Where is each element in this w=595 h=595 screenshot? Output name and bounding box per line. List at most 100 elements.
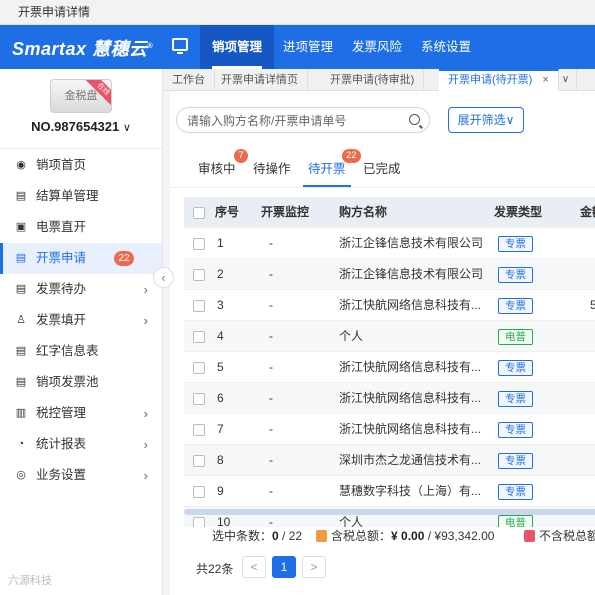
invoice-type-tag: 专票: [498, 298, 533, 314]
tax-device-card[interactable]: 金税盘 在线: [50, 79, 112, 113]
cell-monitor: -: [269, 422, 273, 436]
row-checkbox[interactable]: [193, 455, 205, 467]
column-header-invoice-type: 发票类型: [494, 205, 543, 219]
cell-buyer: 浙江企锋信息技术有限公司: [339, 236, 484, 250]
table-header-row: 序号 开票监控 购方名称 发票类型 金额: [184, 197, 595, 228]
column-header-no: 序号: [215, 205, 240, 219]
table-row[interactable]: 9 - 慧穗数字科技（上海）有... 专票: [184, 476, 595, 507]
row-checkbox[interactable]: [193, 238, 205, 250]
row-checkbox[interactable]: [193, 269, 205, 281]
sidebar-item-7[interactable]: ▤ 销项发票池: [0, 367, 162, 398]
red-form-icon: ▤: [15, 345, 27, 357]
tab-application-detail[interactable]: 开票申请详情页: [212, 69, 308, 91]
report-icon: ◔: [17, 438, 25, 450]
sidebar-item-3[interactable]: ▤ 开票申请 22: [0, 243, 162, 274]
table-row[interactable]: 8 - 深圳市杰之龙通信技术有... 专票: [184, 445, 595, 476]
tab-pending-approval[interactable]: 开票申请(待审批): [321, 69, 425, 91]
table-row[interactable]: 1 - 浙江企锋信息技术有限公司 专票: [184, 228, 595, 259]
nav-invoice-risk[interactable]: 发票风险: [340, 25, 414, 69]
monitor-icon[interactable]: [172, 38, 188, 54]
table-row[interactable]: 4 - 个人 电普: [184, 321, 595, 352]
table-row[interactable]: 5 - 浙江快航网络信息科技有... 专票: [184, 352, 595, 383]
page-tabs: 工作台 开票申请详情页 开票申请(待审批) 开票申请(待开票) × ∨: [163, 69, 595, 91]
search-input[interactable]: [187, 112, 397, 129]
table-row[interactable]: 7 - 浙江快航网络信息科技有... 专票: [184, 414, 595, 445]
sidebar-item-6[interactable]: ▤ 红字信息表: [0, 336, 162, 367]
sidebar-item-label: 发票待办: [36, 282, 87, 296]
row-checkbox[interactable]: [193, 393, 205, 405]
search-icon[interactable]: [409, 114, 420, 125]
cell-monitor: -: [269, 484, 273, 498]
sidebar-item-8[interactable]: ▥ 税控管理 ›: [0, 398, 162, 429]
row-checkbox[interactable]: [193, 486, 205, 498]
cell-invoice-type: 专票: [498, 414, 533, 445]
tax-inclusive-icon: [316, 530, 327, 542]
nav-input-management[interactable]: 进项管理: [271, 25, 345, 69]
sidebar-item-label: 业务设置: [36, 468, 87, 482]
sidebar-divider: [0, 148, 162, 149]
subtab-completed[interactable]: 已完成: [363, 159, 401, 187]
row-checkbox[interactable]: [193, 331, 205, 343]
nav-sales-management[interactable]: 销项管理: [200, 25, 275, 69]
sidebar-item-5[interactable]: ♙ 发票填开 ›: [0, 305, 162, 336]
table-row[interactable]: 3 - 浙江快航网络信息科技有... 5 专票: [184, 290, 595, 321]
column-header-amount: 金额: [580, 205, 595, 219]
chevron-right-icon: ›: [143, 406, 148, 421]
cell-no: 8: [217, 453, 224, 467]
sidebar-item-label: 销项首页: [36, 158, 87, 172]
subtab-divider: [170, 187, 595, 188]
sidebar-item-0[interactable]: ◉ 销项首页: [0, 150, 162, 181]
sidebar-item-1[interactable]: ▤ 结算单管理: [0, 181, 162, 212]
watermark: 六源科技: [8, 575, 52, 587]
tax-exclusive-total: 不含税总额: [524, 527, 595, 544]
sidebar-item-9[interactable]: ◔ 统计报表 ›: [0, 429, 162, 460]
select-all-checkbox[interactable]: [193, 207, 205, 219]
subtab-pending-invoicing[interactable]: 待开票: [303, 159, 351, 187]
sidebar-item-10[interactable]: ◎ 业务设置 ›: [0, 460, 162, 491]
cell-invoice-type: 专票: [498, 290, 533, 321]
nav-system-settings[interactable]: 系统设置: [409, 25, 483, 69]
sidebar-item-2[interactable]: ▣ 电票直开: [0, 212, 162, 243]
device-number-selector[interactable]: NO.987654321 ∨: [0, 119, 162, 134]
chevron-right-icon: ›: [143, 468, 148, 483]
cell-monitor: -: [269, 236, 273, 250]
row-checkbox[interactable]: [193, 362, 205, 374]
tab-workbench[interactable]: 工作台: [163, 69, 215, 91]
cell-no: 7: [217, 422, 224, 436]
invoice-type-tag: 专票: [498, 236, 533, 252]
column-header-buyer: 购方名称: [339, 205, 388, 219]
cell-buyer: 浙江快航网络信息科技有...: [339, 298, 482, 312]
tab-pending-invoicing[interactable]: 开票申请(待开票) ×: [439, 69, 559, 91]
sidebar-item-label: 电票直开: [36, 220, 87, 234]
sidebar-item-4[interactable]: ▤ 发票待办 ›: [0, 274, 162, 305]
cell-no: 3: [217, 298, 224, 312]
pager-prev-button[interactable]: <: [242, 556, 266, 578]
tax-exclusive-icon: [524, 530, 535, 542]
row-checkbox[interactable]: [193, 300, 205, 312]
subtab-reviewing-badge: 7: [234, 149, 248, 163]
todo-icon: ▤: [15, 283, 27, 295]
subtab-reviewing[interactable]: 审核中: [198, 159, 236, 187]
apply-icon: ▤: [15, 252, 27, 264]
tabs-more-button[interactable]: ∨: [555, 69, 577, 91]
chevron-right-icon: ›: [143, 282, 148, 297]
subtab-pending-action[interactable]: 待操作: [253, 159, 291, 187]
table-footer: 选中条数：0 / 22 含税总额：¥ 0.00 / ¥93,342.00 不含税…: [170, 527, 595, 595]
expand-filter-button[interactable]: 展开筛选∨: [448, 107, 524, 133]
cell-invoice-type: 专票: [498, 228, 533, 259]
invoice-type-tag: 专票: [498, 267, 533, 283]
table-row[interactable]: 2 - 浙江企锋信息技术有限公司 专票: [184, 259, 595, 290]
cell-invoice-type: 专票: [498, 445, 533, 476]
pager-next-button[interactable]: >: [302, 556, 326, 578]
cell-no: 4: [217, 329, 224, 343]
horizontal-scrollbar[interactable]: [184, 509, 595, 515]
cell-no: 9: [217, 484, 224, 498]
sidebar-collapse-button[interactable]: ‹: [153, 267, 174, 288]
pager-page-button[interactable]: 1: [272, 556, 296, 578]
close-icon[interactable]: ×: [542, 74, 548, 86]
cell-monitor: -: [269, 360, 273, 374]
cell-monitor: -: [269, 391, 273, 405]
row-checkbox[interactable]: [193, 424, 205, 436]
table-row[interactable]: 6 - 浙江快航网络信息科技有... 专票: [184, 383, 595, 414]
cell-buyer: 浙江快航网络信息科技有...: [339, 360, 482, 374]
